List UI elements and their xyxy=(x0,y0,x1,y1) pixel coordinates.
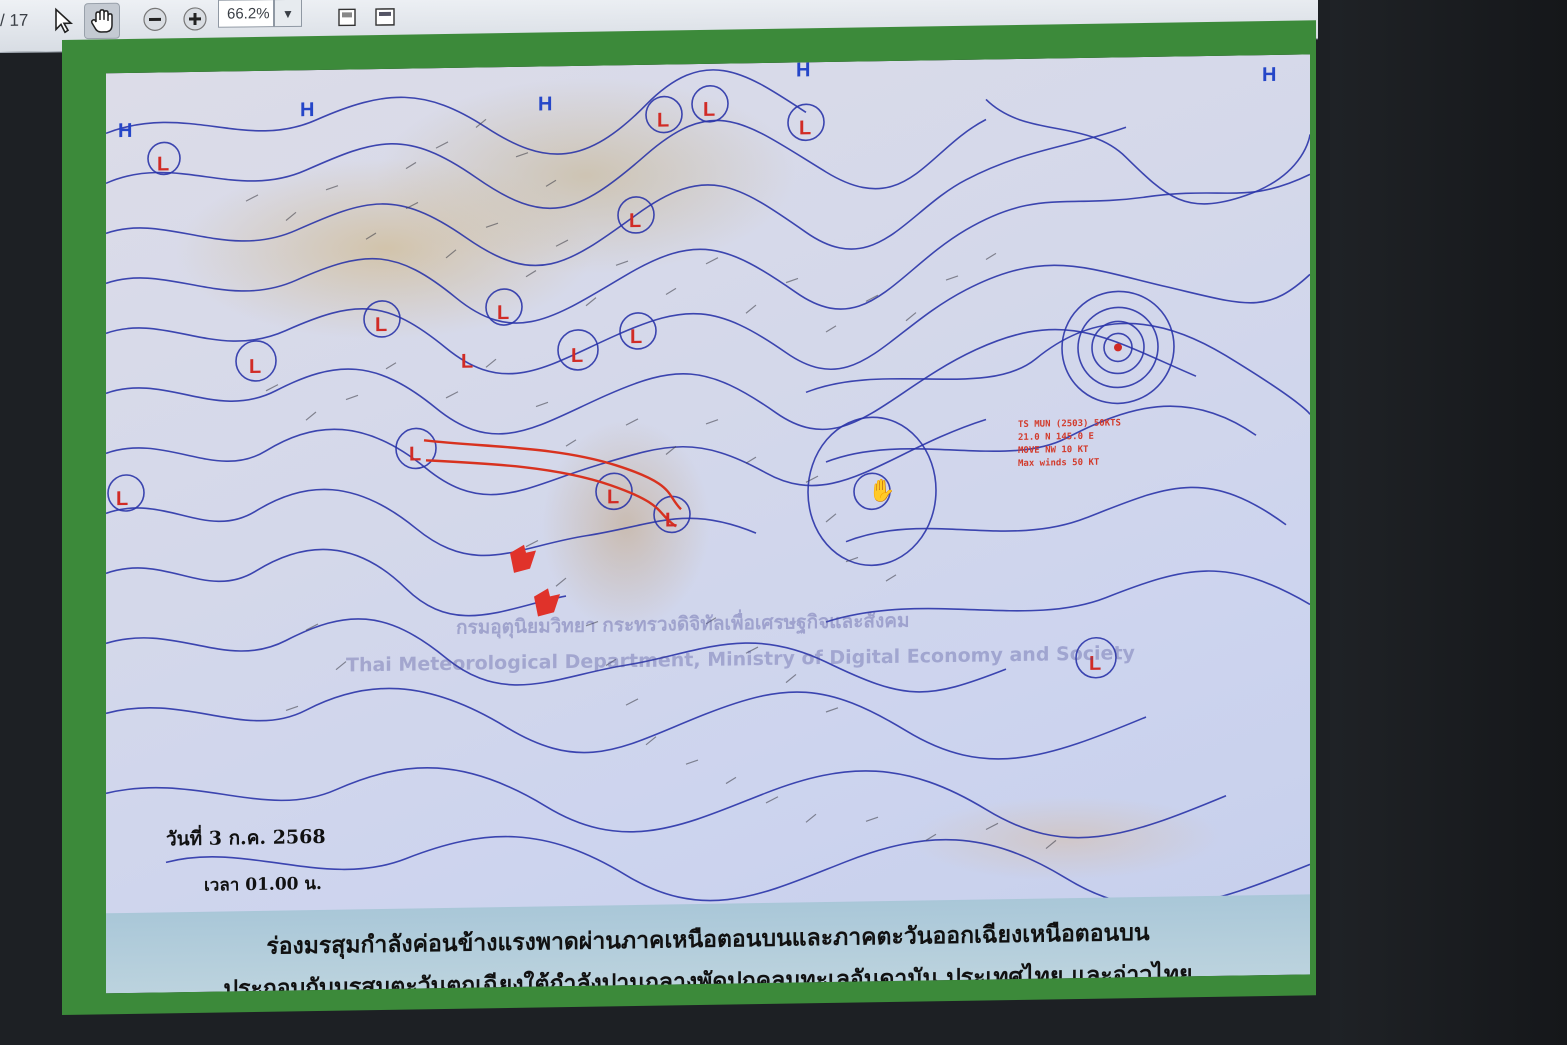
svg-text:H: H xyxy=(796,59,810,81)
wind-barbs xyxy=(245,118,1057,850)
page-count: / 17 xyxy=(0,10,29,30)
zoom-input[interactable]: 66.2% xyxy=(218,0,274,28)
storm-info-text: TS MUN (2503) 50KTS 21.0 N 145.0 E MOVE … xyxy=(1018,417,1121,471)
svg-text:L: L xyxy=(703,99,715,121)
svg-text:L: L xyxy=(409,443,421,465)
svg-text:L: L xyxy=(629,210,641,232)
svg-text:L: L xyxy=(799,117,811,139)
weather-map[interactable]: L L L L L L L L L L L L L L L L H H H H … xyxy=(106,54,1310,994)
svg-text:L: L xyxy=(630,326,642,348)
typhoon-center xyxy=(1114,343,1122,352)
dark-background xyxy=(1330,0,1567,1045)
zoom-in-icon[interactable] xyxy=(178,2,212,36)
svg-text:L: L xyxy=(375,314,387,336)
svg-text:L: L xyxy=(607,486,619,508)
hand-cursor-icon: ✋ xyxy=(868,478,896,505)
svg-text:L: L xyxy=(665,509,677,531)
storm-info-line: TS MUN (2503) 50KTS xyxy=(1018,418,1121,430)
svg-text:L: L xyxy=(249,356,261,378)
svg-text:L: L xyxy=(657,109,669,131)
map-date: วันที่ 3 ก.ค. 2568 xyxy=(166,825,326,851)
svg-text:H: H xyxy=(1262,64,1276,86)
pressure-rings xyxy=(107,85,1175,679)
monsoon-trough xyxy=(423,439,682,528)
page-view-icon[interactable] xyxy=(330,0,364,34)
fit-width-icon[interactable] xyxy=(368,0,402,34)
hand-icon[interactable] xyxy=(84,2,120,40)
storm-info-line: Max winds 50 KT xyxy=(1018,457,1100,469)
zoom-dropdown-button[interactable]: ▼ xyxy=(274,0,302,28)
svg-text:H: H xyxy=(118,120,132,142)
sw-monsoon-arrows xyxy=(510,544,560,617)
svg-text:L: L xyxy=(461,351,473,373)
svg-text:L: L xyxy=(497,302,509,324)
svg-text:H: H xyxy=(538,93,552,115)
high-pressure-markers: H H H H H xyxy=(118,59,1276,142)
svg-text:L: L xyxy=(571,345,583,367)
chevron-down-icon: ▼ xyxy=(282,6,294,22)
zoom-out-icon[interactable] xyxy=(138,2,172,36)
svg-text:L: L xyxy=(116,488,128,510)
low-pressure-markers: L L L L L L L L L L L L L L L L xyxy=(116,99,1101,675)
isobar-lines xyxy=(106,69,1310,908)
svg-text:L: L xyxy=(157,153,169,175)
select-arrow-icon[interactable] xyxy=(46,3,80,37)
map-time: เวลา 01.00 น. xyxy=(204,873,322,896)
presentation-slide: L L L L L L L L L L L L L L L L H H H H … xyxy=(62,20,1316,1015)
svg-text:H: H xyxy=(300,99,314,121)
